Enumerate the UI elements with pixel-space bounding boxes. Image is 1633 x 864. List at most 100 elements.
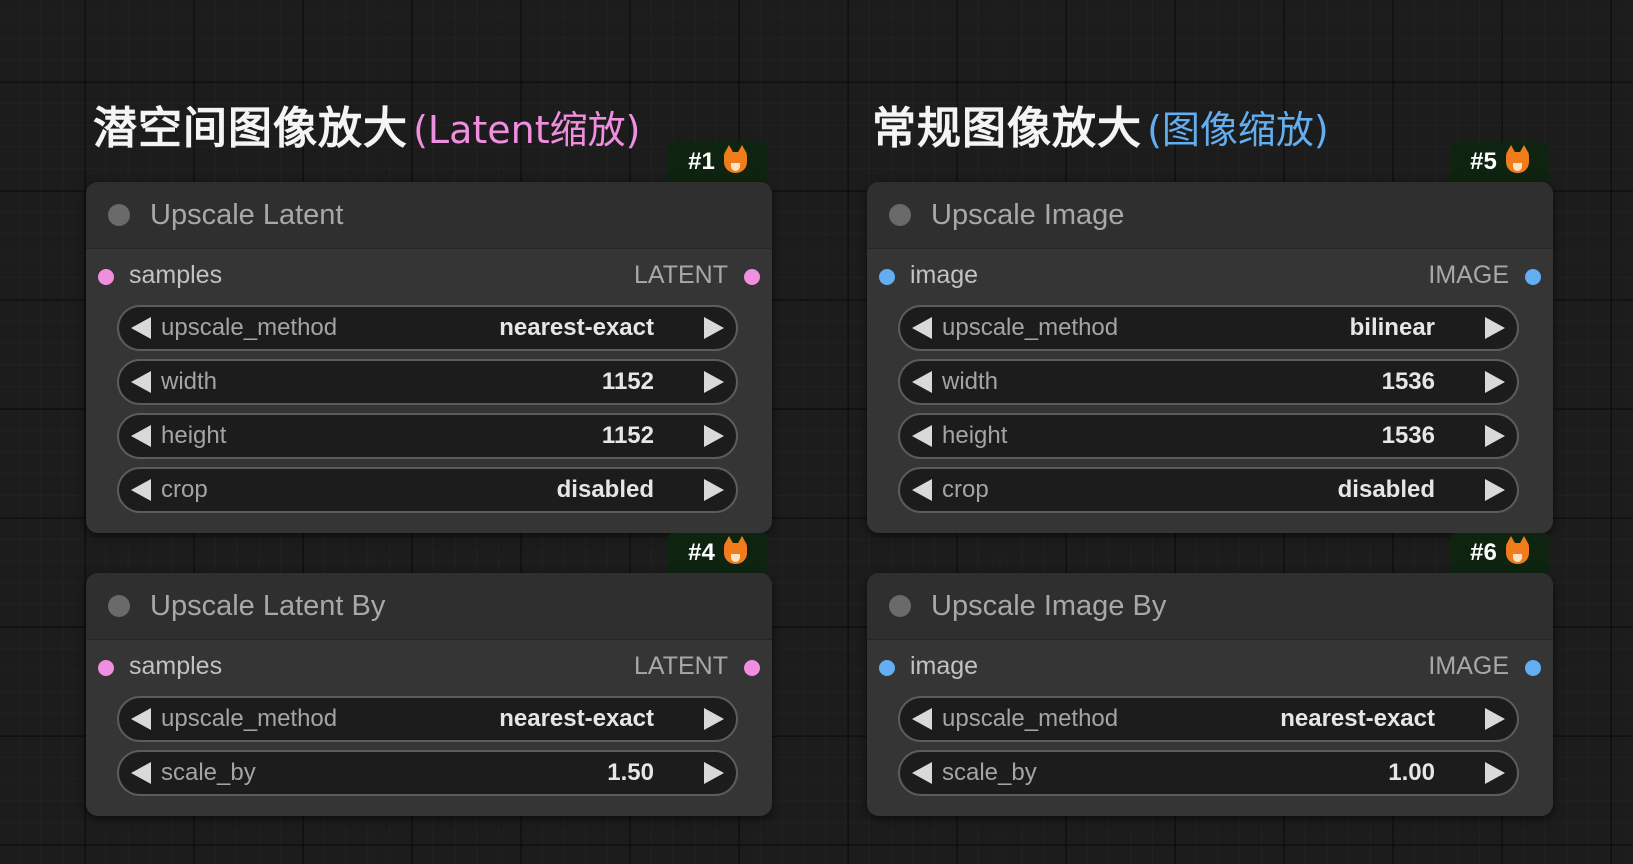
collapse-toggle-dot[interactable] — [108, 595, 130, 617]
widget-crop[interactable]: crop disabled — [117, 467, 738, 513]
widget-width[interactable]: width 1536 — [898, 359, 1519, 405]
latent-heading-title: 潜空间图像放大 — [93, 103, 408, 154]
input-label: samples — [129, 261, 223, 289]
widget-label: upscale_method — [161, 705, 338, 732]
widget-scale-by[interactable]: scale_by 1.00 — [898, 750, 1519, 796]
widget-value: 1536 — [1381, 422, 1435, 449]
widget-upscale-method[interactable]: upscale_method nearest-exact — [898, 696, 1519, 742]
node-title-bar[interactable]: Upscale Latent By — [86, 573, 772, 640]
arrow-left-icon[interactable] — [912, 317, 932, 339]
output-type-label: LATENT — [634, 652, 728, 680]
widget-label: upscale_method — [942, 314, 1119, 341]
arrow-left-icon[interactable] — [131, 479, 151, 501]
node-upscale-image-by[interactable]: Upscale Image By image IMAGE upscale_met… — [867, 573, 1553, 816]
widget-height[interactable]: height 1152 — [117, 413, 738, 459]
collapse-toggle-dot[interactable] — [108, 204, 130, 226]
node-id-label: #6 — [1470, 539, 1497, 566]
output-slot-latent[interactable] — [744, 660, 760, 676]
node-title: Upscale Latent By — [150, 589, 386, 622]
widget-value: 1.00 — [1388, 759, 1435, 786]
output-slot-image[interactable] — [1525, 660, 1541, 676]
node-title: Upscale Image By — [931, 589, 1167, 622]
fox-icon — [723, 535, 747, 564]
io-row: image IMAGE — [867, 640, 1553, 696]
widget-value: disabled — [556, 476, 654, 503]
node-id-label: #1 — [688, 148, 715, 175]
widget-label: width — [942, 368, 999, 395]
image-heading-subtitle: (图像缩放) — [1147, 108, 1329, 152]
fox-icon — [1505, 144, 1529, 173]
node-id-badge: #6 — [1450, 533, 1549, 573]
arrow-left-icon[interactable] — [131, 371, 151, 393]
arrow-right-icon[interactable] — [1485, 479, 1505, 501]
arrow-right-icon[interactable] — [704, 371, 724, 393]
node-title: Upscale Image — [931, 198, 1125, 231]
node-title-bar[interactable]: Upscale Image By — [867, 573, 1553, 640]
output-type-label: IMAGE — [1428, 261, 1509, 289]
input-slot-image[interactable] — [879, 660, 895, 676]
arrow-right-icon[interactable] — [1485, 317, 1505, 339]
arrow-left-icon[interactable] — [912, 425, 932, 447]
node-upscale-latent[interactable]: Upscale Latent samples LATENT upscale_me… — [86, 182, 772, 533]
arrow-left-icon[interactable] — [912, 708, 932, 730]
arrow-left-icon[interactable] — [912, 371, 932, 393]
output-type-label: IMAGE — [1428, 652, 1509, 680]
arrow-right-icon[interactable] — [704, 317, 724, 339]
arrow-left-icon[interactable] — [912, 479, 932, 501]
arrow-right-icon[interactable] — [1485, 708, 1505, 730]
node-id-badge: #1 — [668, 142, 767, 182]
widget-label: height — [161, 422, 227, 449]
widget-width[interactable]: width 1152 — [117, 359, 738, 405]
output-slot-image[interactable] — [1525, 269, 1541, 285]
node-id-badge: #4 — [668, 533, 767, 573]
widget-upscale-method[interactable]: upscale_method bilinear — [898, 305, 1519, 351]
arrow-left-icon[interactable] — [131, 708, 151, 730]
io-row: samples LATENT — [86, 640, 772, 696]
arrow-right-icon[interactable] — [704, 708, 724, 730]
widget-value: 1152 — [601, 422, 654, 449]
widget-value: disabled — [1337, 476, 1435, 503]
widget-scale-by[interactable]: scale_by 1.50 — [117, 750, 738, 796]
widget-value: bilinear — [1349, 314, 1435, 341]
collapse-toggle-dot[interactable] — [889, 204, 911, 226]
widget-upscale-method[interactable]: upscale_method nearest-exact — [117, 696, 738, 742]
arrow-left-icon[interactable] — [912, 762, 932, 784]
arrow-right-icon[interactable] — [704, 425, 724, 447]
arrow-left-icon[interactable] — [131, 762, 151, 784]
node-id-badge: #5 — [1450, 142, 1549, 182]
widget-value: 1152 — [601, 368, 654, 395]
fox-icon — [723, 144, 747, 173]
arrow-right-icon[interactable] — [704, 479, 724, 501]
widget-label: width — [161, 368, 218, 395]
arrow-left-icon[interactable] — [131, 425, 151, 447]
widget-height[interactable]: height 1536 — [898, 413, 1519, 459]
widget-label: scale_by — [942, 759, 1037, 786]
node-title-bar[interactable]: Upscale Image — [867, 182, 1553, 249]
output-slot-latent[interactable] — [744, 269, 760, 285]
input-slot-image[interactable] — [879, 269, 895, 285]
node-upscale-latent-by[interactable]: Upscale Latent By samples LATENT upscale… — [86, 573, 772, 816]
arrow-right-icon[interactable] — [704, 762, 724, 784]
widget-crop[interactable]: crop disabled — [898, 467, 1519, 513]
arrow-right-icon[interactable] — [1485, 762, 1505, 784]
widget-value: nearest-exact — [499, 314, 654, 341]
input-slot-samples[interactable] — [98, 660, 114, 676]
arrow-left-icon[interactable] — [131, 317, 151, 339]
node-upscale-image[interactable]: Upscale Image image IMAGE upscale_method… — [867, 182, 1553, 533]
node-title-bar[interactable]: Upscale Latent — [86, 182, 772, 249]
latent-heading-subtitle: (Latent缩放) — [413, 108, 641, 152]
widget-value: 1536 — [1381, 368, 1435, 395]
arrow-right-icon[interactable] — [1485, 425, 1505, 447]
widget-value: 1.50 — [607, 759, 654, 786]
widget-label: upscale_method — [942, 705, 1119, 732]
input-slot-samples[interactable] — [98, 269, 114, 285]
widget-upscale-method[interactable]: upscale_method nearest-exact — [117, 305, 738, 351]
widget-label: crop — [161, 476, 208, 503]
widget-label: scale_by — [161, 759, 256, 786]
arrow-right-icon[interactable] — [1485, 371, 1505, 393]
node-id-label: #5 — [1470, 148, 1497, 175]
widget-value: nearest-exact — [499, 705, 654, 732]
input-label: image — [910, 652, 979, 680]
input-label: image — [910, 261, 979, 289]
collapse-toggle-dot[interactable] — [889, 595, 911, 617]
